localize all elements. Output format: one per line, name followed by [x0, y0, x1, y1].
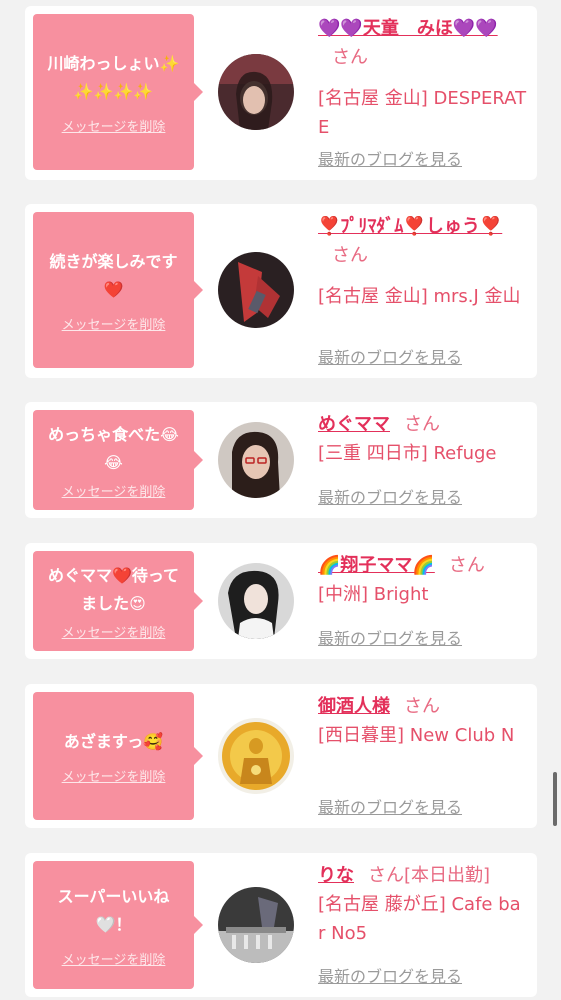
view-blog-link[interactable]: 最新のブログを見る: [318, 625, 462, 649]
sender-name-link[interactable]: 御酒人様: [318, 696, 390, 717]
view-blog-link[interactable]: 最新のブログを見る: [318, 344, 462, 368]
sender-info: めぐママ さん [三重 四日市] Refuge: [318, 410, 528, 468]
honorific: さん: [368, 865, 404, 886]
message-card: 川崎わっしょい✨✨✨✨✨ メッセージを削除 💜💜天童 みほ💜💜 さん [名古屋 金…: [25, 6, 537, 180]
message-bubble: あざますっ🥰 メッセージを削除: [33, 692, 203, 820]
message-text: スーパーいいね🤍！: [57, 886, 170, 934]
sender-info: 御酒人様 さん [西日暮里] New Club N: [318, 692, 528, 750]
shop-name: [名古屋 藤が丘] Cafe bar No5: [318, 894, 521, 944]
shop-name: [三重 四日市] Refuge: [318, 443, 497, 464]
avatar[interactable]: [218, 252, 294, 328]
honorific: さん: [448, 555, 485, 576]
message-text: 続きが楽しみです❤️: [49, 251, 178, 299]
shop-name: [名古屋 金山] DESPERATE: [318, 88, 527, 138]
message-text: めぐママ❤️待ってました😍: [47, 565, 180, 613]
avatar[interactable]: [218, 54, 294, 130]
honorific: さん: [404, 696, 440, 717]
honorific: さん: [404, 414, 440, 435]
shop-name: [名古屋 金山] mrs.J 金山: [318, 286, 521, 307]
sender-name-link[interactable]: 💜💜天童 みほ💜💜: [318, 18, 498, 39]
avatar[interactable]: [218, 887, 294, 963]
view-blog-link[interactable]: 最新のブログを見る: [318, 794, 462, 818]
message-bubble: めぐママ❤️待ってました😍 メッセージを削除: [33, 551, 203, 651]
message-text: 川崎わっしょい✨✨✨✨✨: [47, 53, 180, 101]
honorific: さん: [332, 245, 368, 266]
sender-info: 🌈翔子ママ🌈 さん [中洲] Bright: [318, 551, 528, 609]
sender-name-link[interactable]: ❣️ﾌﾟﾘﾏﾀﾞﾑ❣️しゅう❣️: [318, 216, 502, 237]
delete-message-link[interactable]: メッセージを削除: [62, 116, 166, 135]
sender-info: ❣️ﾌﾟﾘﾏﾀﾞﾑ❣️しゅう❣️ さん [名古屋 金山] mrs.J 金山: [318, 212, 528, 311]
message-card: 続きが楽しみです❤️ メッセージを削除 ❣️ﾌﾟﾘﾏﾀﾞﾑ❣️しゅう❣️ さん […: [25, 204, 537, 378]
message-card: めっちゃ食べた😂😂 メッセージを削除 めぐママ さん [三重 四日市] Refug…: [25, 402, 537, 518]
honorific: さん: [332, 47, 368, 68]
message-bubble: 川崎わっしょい✨✨✨✨✨ メッセージを削除: [33, 14, 203, 170]
view-blog-link[interactable]: 最新のブログを見る: [318, 963, 462, 987]
delete-message-link[interactable]: メッセージを削除: [62, 622, 166, 641]
message-bubble: めっちゃ食べた😂😂 メッセージを削除: [33, 410, 203, 510]
shop-name: [中洲] Bright: [318, 584, 429, 605]
view-blog-link[interactable]: 最新のブログを見る: [318, 146, 462, 170]
sender-info: 💜💜天童 みほ💜💜 さん [名古屋 金山] DESPERATE: [318, 14, 528, 142]
working-today-badge: [本日出勤]: [404, 865, 491, 886]
delete-message-link[interactable]: メッセージを削除: [62, 314, 166, 333]
message-card: めぐママ❤️待ってました😍 メッセージを削除 🌈翔子ママ🌈 さん [中洲] Bri…: [25, 543, 537, 659]
message-card: スーパーいいね🤍！ メッセージを削除 りな さん[本日出勤] [名古屋 藤が丘] …: [25, 853, 537, 997]
sender-name-link[interactable]: 🌈翔子ママ🌈: [318, 555, 435, 576]
avatar[interactable]: [218, 422, 294, 498]
delete-message-link[interactable]: メッセージを削除: [62, 481, 166, 500]
message-bubble: スーパーいいね🤍！ メッセージを削除: [33, 861, 203, 989]
message-bubble: 続きが楽しみです❤️ メッセージを削除: [33, 212, 203, 368]
sender-name-link[interactable]: りな: [318, 865, 354, 886]
delete-message-link[interactable]: メッセージを削除: [62, 766, 166, 785]
sender-info: りな さん[本日出勤] [名古屋 藤が丘] Cafe bar No5: [318, 861, 528, 948]
avatar[interactable]: [218, 563, 294, 639]
scrollbar[interactable]: [553, 772, 557, 826]
view-blog-link[interactable]: 最新のブログを見る: [318, 484, 462, 508]
avatar[interactable]: [218, 718, 294, 794]
message-text: あざますっ🥰: [63, 731, 164, 751]
message-card: あざますっ🥰 メッセージを削除 御酒人様 さん [西日暮里] New Club N…: [25, 684, 537, 828]
message-text: めっちゃ食べた😂😂: [48, 424, 179, 472]
shop-name: [西日暮里] New Club N: [318, 725, 515, 746]
sender-name-link[interactable]: めぐママ: [318, 414, 390, 435]
delete-message-link[interactable]: メッセージを削除: [62, 949, 166, 968]
